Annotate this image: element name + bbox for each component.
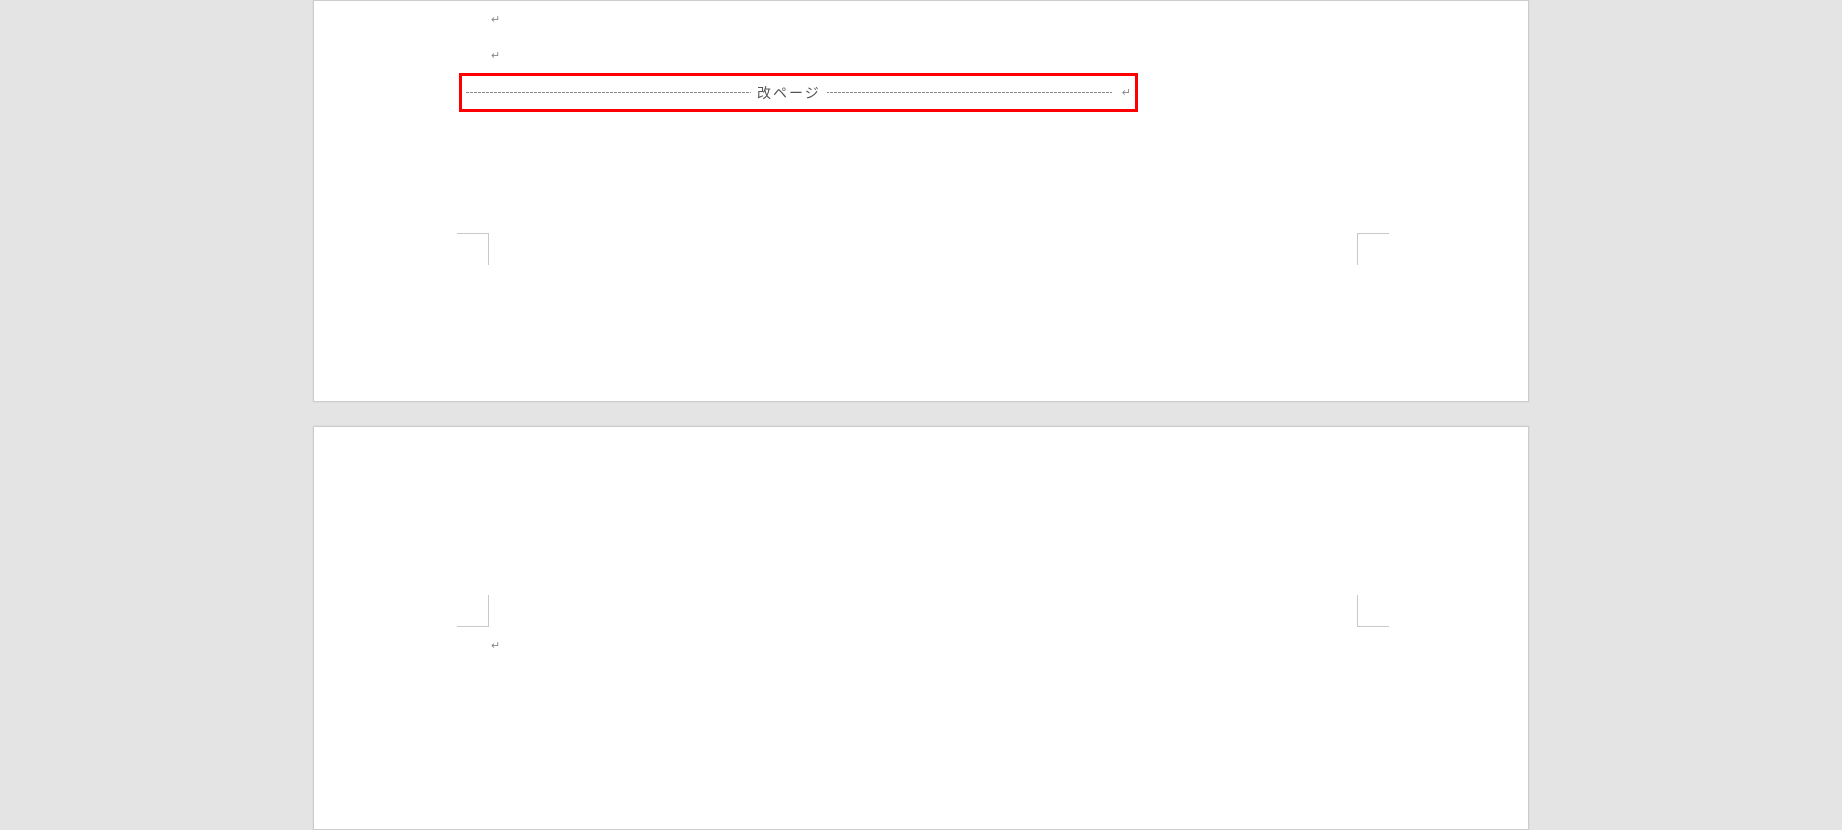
margin-corner-bottom-left xyxy=(457,233,489,265)
page-break-mark-icon: ↵ xyxy=(1122,86,1131,99)
paragraph-mark-icon: ↵ xyxy=(491,49,500,62)
margin-corner-top-left xyxy=(457,595,489,627)
paragraph-line[interactable]: ↵ xyxy=(489,627,500,663)
margin-corner-top-right xyxy=(1357,595,1389,627)
margin-corner-bottom-right xyxy=(1357,233,1389,265)
paragraph-mark-icon: ↵ xyxy=(491,639,500,652)
document-page-1[interactable]: ↵ ↵ 改ページ ↵ xyxy=(313,0,1529,402)
document-page-2[interactable]: ↵ xyxy=(313,426,1529,830)
page-break-dotted-line: 改ページ xyxy=(466,92,1112,93)
paragraph-line[interactable]: ↵ xyxy=(489,37,1388,73)
page-break-highlight: 改ページ ↵ xyxy=(459,73,1138,112)
paragraph-mark-icon: ↵ xyxy=(491,13,500,26)
page-break-label: 改ページ xyxy=(751,83,827,103)
page-1-content-area[interactable]: ↵ ↵ 改ページ ↵ xyxy=(489,1,1388,112)
page-2-content-area[interactable]: ↵ xyxy=(489,627,500,663)
paragraph-line[interactable]: ↵ xyxy=(489,1,1388,37)
